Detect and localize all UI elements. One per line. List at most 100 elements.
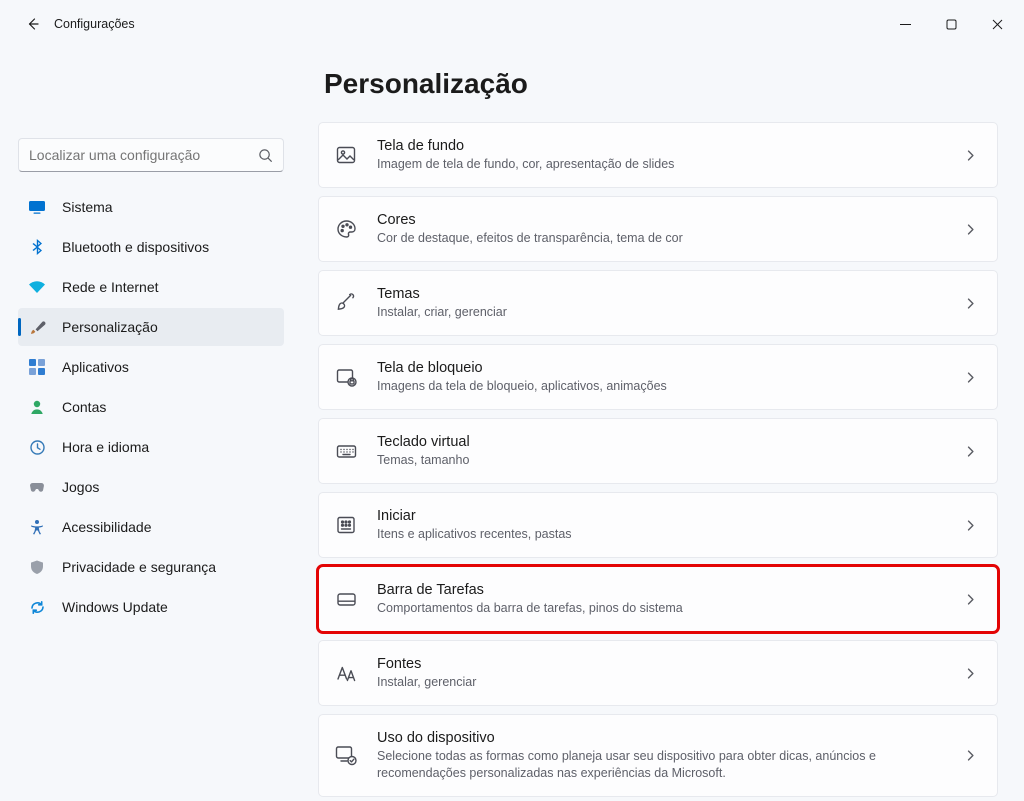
card-device-usage[interactable]: Uso do dispositivo Selecione todas as fo… [318, 714, 998, 797]
app-shell: Sistema Bluetooth e dispositivos Rede e … [0, 48, 1024, 801]
chevron-right-icon [964, 371, 977, 384]
close-button[interactable] [974, 8, 1020, 40]
nav-label: Aplicativos [62, 359, 129, 375]
update-icon [28, 598, 46, 616]
chevron-right-icon [964, 667, 977, 680]
chevron-right-icon [964, 519, 977, 532]
search-wrap [18, 138, 284, 172]
nav-item-accessibility[interactable]: Acessibilidade [18, 508, 284, 546]
window-controls [882, 8, 1020, 40]
chevron-right-icon [964, 223, 977, 236]
window-title: Configurações [54, 17, 135, 31]
nav-label: Hora e idioma [62, 439, 149, 455]
card-subtitle: Temas, tamanho [377, 452, 946, 469]
card-colors[interactable]: Cores Cor de destaque, efeitos de transp… [318, 196, 998, 262]
nav-label: Windows Update [62, 599, 168, 615]
nav-label: Bluetooth e dispositivos [62, 239, 209, 255]
picture-icon [333, 142, 359, 168]
nav-label: Privacidade e segurança [62, 559, 216, 575]
nav-item-system[interactable]: Sistema [18, 188, 284, 226]
title-bar: Configurações [0, 0, 1024, 48]
keyboard-icon [333, 438, 359, 464]
card-subtitle: Instalar, criar, gerenciar [377, 304, 946, 321]
card-fonts[interactable]: Fontes Instalar, gerenciar [318, 640, 998, 706]
card-title: Uso do dispositivo [377, 729, 946, 748]
card-title: Fontes [377, 655, 946, 674]
card-themes[interactable]: Temas Instalar, criar, gerenciar [318, 270, 998, 336]
monitor-icon [28, 198, 46, 216]
nav-item-time-language[interactable]: Hora e idioma [18, 428, 284, 466]
apps-icon [28, 358, 46, 376]
accessibility-icon [28, 518, 46, 536]
card-texts: Tela de bloqueio Imagens da tela de bloq… [377, 359, 946, 395]
nav-item-windows-update[interactable]: Windows Update [18, 588, 284, 626]
chevron-right-icon [964, 297, 977, 310]
nav: Sistema Bluetooth e dispositivos Rede e … [18, 188, 284, 626]
card-subtitle: Instalar, gerenciar [377, 674, 946, 691]
card-subtitle: Imagens da tela de bloqueio, aplicativos… [377, 378, 946, 395]
search-input[interactable] [29, 147, 258, 163]
fonts-icon [333, 660, 359, 686]
maximize-button[interactable] [928, 8, 974, 40]
minimize-button[interactable] [882, 8, 928, 40]
nav-item-network[interactable]: Rede e Internet [18, 268, 284, 306]
card-taskbar[interactable]: Barra de Tarefas Comportamentos da barra… [318, 566, 998, 632]
person-icon [28, 398, 46, 416]
paintbrush-icon [28, 318, 46, 336]
card-texts: Cores Cor de destaque, efeitos de transp… [377, 211, 946, 247]
gamepad-icon [28, 478, 46, 496]
card-touch-keyboard[interactable]: Teclado virtual Temas, tamanho [318, 418, 998, 484]
start-icon [333, 512, 359, 538]
chevron-right-icon [964, 149, 977, 162]
device-usage-icon [333, 742, 359, 768]
card-background[interactable]: Tela de fundo Imagem de tela de fundo, c… [318, 122, 998, 188]
nav-label: Jogos [62, 479, 99, 495]
card-texts: Temas Instalar, criar, gerenciar [377, 285, 946, 321]
nav-item-gaming[interactable]: Jogos [18, 468, 284, 506]
chevron-right-icon [964, 593, 977, 606]
wifi-icon [28, 278, 46, 296]
card-subtitle: Comportamentos da barra de tarefas, pino… [377, 600, 946, 617]
card-title: Teclado virtual [377, 433, 946, 452]
search-box[interactable] [18, 138, 284, 172]
card-texts: Iniciar Itens e aplicativos recentes, pa… [377, 507, 946, 543]
taskbar-icon [333, 586, 359, 612]
shield-icon [28, 558, 46, 576]
card-texts: Uso do dispositivo Selecione todas as fo… [377, 729, 946, 782]
nav-item-apps[interactable]: Aplicativos [18, 348, 284, 386]
card-start[interactable]: Iniciar Itens e aplicativos recentes, pa… [318, 492, 998, 558]
bluetooth-icon [28, 238, 46, 256]
nav-label: Acessibilidade [62, 519, 152, 535]
brush-icon [333, 290, 359, 316]
card-list: Tela de fundo Imagem de tela de fundo, c… [318, 122, 998, 797]
card-texts: Teclado virtual Temas, tamanho [377, 433, 946, 469]
lockscreen-icon [333, 364, 359, 390]
card-title: Tela de fundo [377, 137, 946, 156]
nav-label: Rede e Internet [62, 279, 159, 295]
card-title: Barra de Tarefas [377, 581, 946, 600]
card-lockscreen[interactable]: Tela de bloqueio Imagens da tela de bloq… [318, 344, 998, 410]
card-title: Temas [377, 285, 946, 304]
chevron-right-icon [964, 445, 977, 458]
maximize-icon [946, 19, 957, 30]
nav-item-accounts[interactable]: Contas [18, 388, 284, 426]
minimize-icon [900, 19, 911, 30]
nav-item-privacy[interactable]: Privacidade e segurança [18, 548, 284, 586]
nav-label: Sistema [62, 199, 113, 215]
card-title: Iniciar [377, 507, 946, 526]
back-button[interactable] [14, 5, 52, 43]
card-title: Tela de bloqueio [377, 359, 946, 378]
card-texts: Barra de Tarefas Comportamentos da barra… [377, 581, 946, 617]
card-subtitle: Selecione todas as formas como planeja u… [377, 748, 946, 782]
sidebar: Sistema Bluetooth e dispositivos Rede e … [0, 48, 300, 801]
page-title: Personalização [324, 68, 998, 100]
card-title: Cores [377, 211, 946, 230]
nav-item-personalization[interactable]: Personalização [18, 308, 284, 346]
main: Personalização Tela de fundo Imagem de t… [300, 48, 1024, 801]
chevron-right-icon [964, 749, 977, 762]
nav-item-bluetooth[interactable]: Bluetooth e dispositivos [18, 228, 284, 266]
nav-label: Contas [62, 399, 106, 415]
globe-clock-icon [28, 438, 46, 456]
close-icon [992, 19, 1003, 30]
arrow-left-icon [25, 16, 41, 32]
